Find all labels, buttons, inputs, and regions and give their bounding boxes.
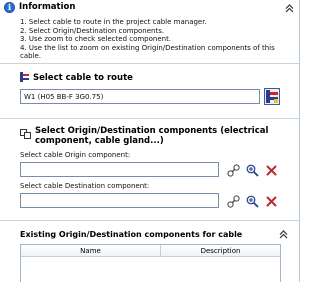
destination-field[interactable] [20, 193, 219, 208]
clear-origin-button[interactable] [263, 162, 279, 178]
section-divider [0, 220, 299, 221]
components-icon [20, 129, 31, 139]
select-cable-title: Select cable to route [33, 73, 133, 83]
clear-destination-button[interactable] [263, 193, 279, 209]
section-divider [0, 63, 299, 64]
column-header-description[interactable]: Description [161, 245, 280, 257]
info-step: 2. Select Origin/Destination components. [20, 26, 165, 35]
info-icon: i [4, 2, 15, 13]
info-step: 3. Use zoom to check selected component. [20, 35, 172, 44]
collapse-chevron-icon[interactable] [284, 3, 295, 14]
column-header-name[interactable]: Name [21, 245, 161, 257]
existing-components-table[interactable]: Name Description [20, 244, 281, 282]
origin-field[interactable] [20, 162, 219, 177]
pick-cable-button[interactable] [264, 88, 280, 105]
cable-field[interactable]: W1 (H05 BB-F 3G0.75) [20, 89, 260, 104]
cable-icon [20, 72, 29, 82]
existing-components-title: Existing Origin/Destination components f… [20, 230, 243, 239]
cable-routing-pane: i Information 1. Select cable to route i… [0, 0, 300, 282]
origin-label: Select cable Origin component: [20, 151, 131, 159]
origin-destination-title: Select Origin/Destination components (el… [35, 126, 269, 146]
collapse-chevron-icon[interactable] [278, 229, 289, 240]
info-section-title: Information [19, 2, 76, 12]
zoom-destination-button[interactable] [244, 193, 260, 209]
table-header: Name Description [21, 245, 280, 257]
info-step: 4. Use the list to zoom on existing Orig… [20, 43, 275, 61]
info-steps: 1. Select cable to route in the project … [20, 18, 295, 61]
zoom-origin-button[interactable] [244, 162, 260, 178]
info-step: 1. Select cable to route in the project … [20, 18, 207, 26]
section-divider [0, 118, 299, 119]
destination-label: Select cable Destination component: [20, 182, 150, 190]
pick-destination-button[interactable] [225, 193, 241, 209]
pick-origin-button[interactable] [225, 162, 241, 178]
